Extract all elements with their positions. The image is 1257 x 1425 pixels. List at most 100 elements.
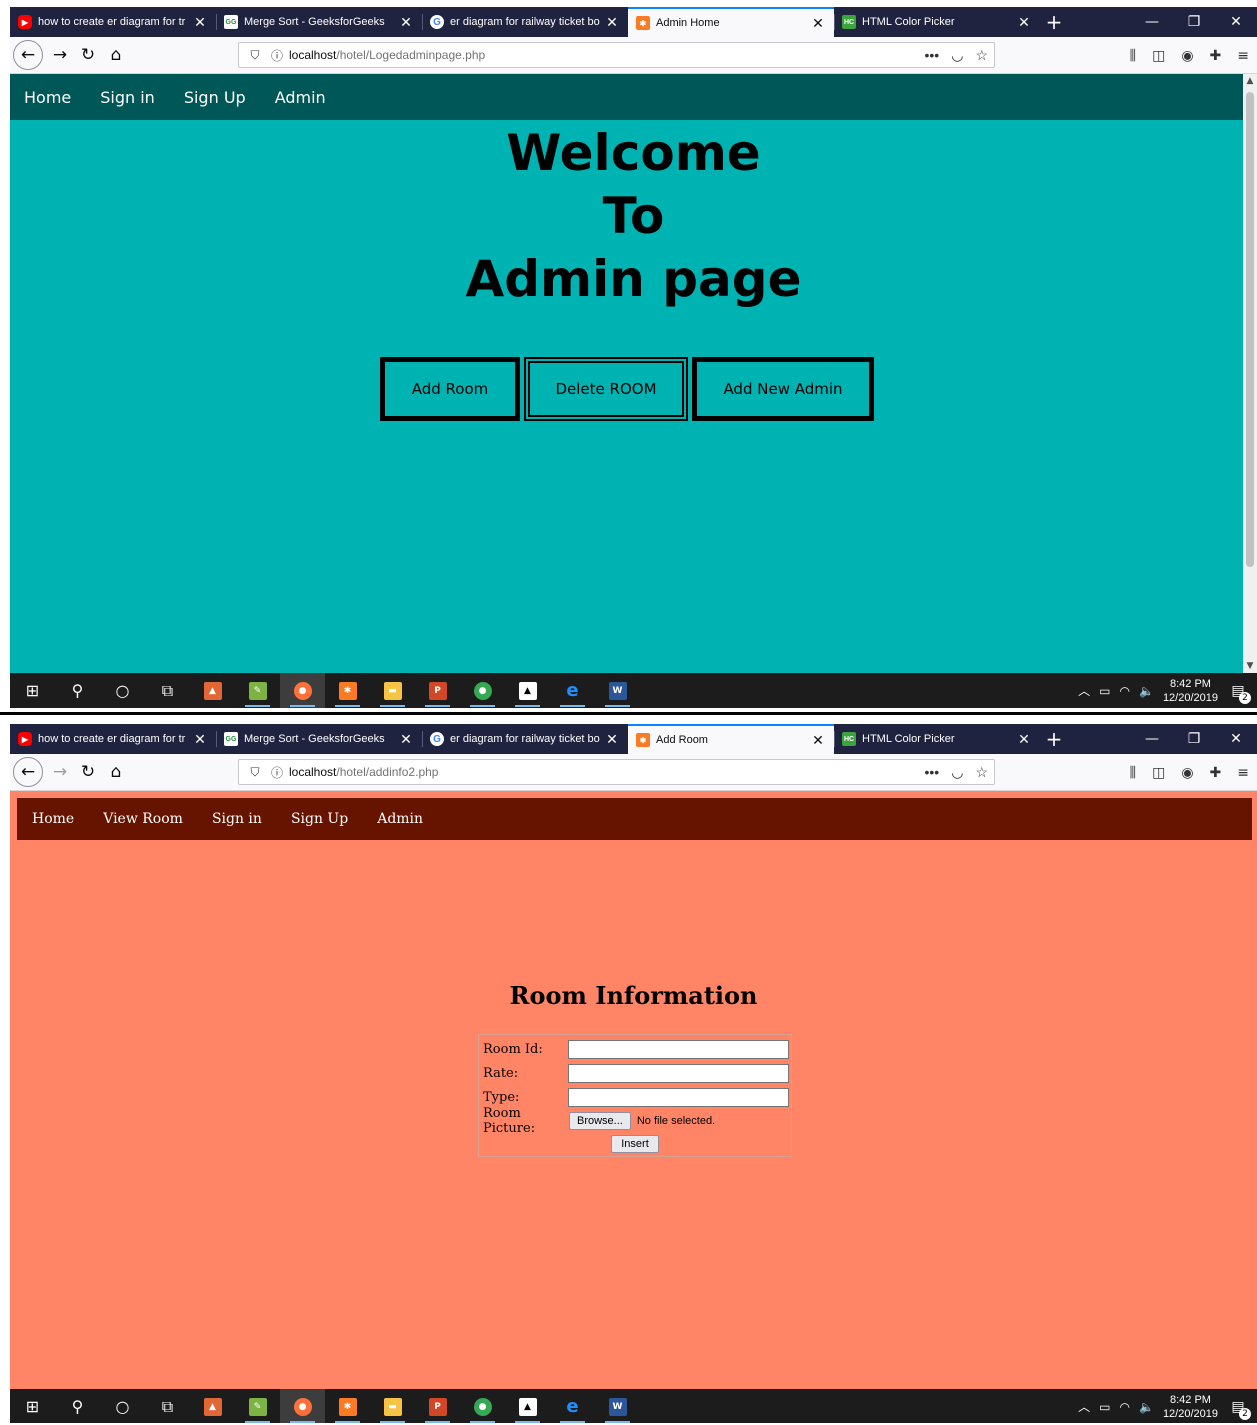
restore-icon[interactable]: ❐ — [1173, 7, 1215, 37]
search-icon[interactable]: ⚲ — [55, 673, 100, 708]
forward-icon[interactable]: → — [46, 758, 74, 786]
pocket-icon[interactable]: ◡ — [951, 764, 963, 781]
photos-icon[interactable]: ▲ — [505, 673, 550, 708]
scroll-up-icon[interactable]: ▲ — [1243, 76, 1257, 86]
info-icon[interactable]: ⓘ — [267, 47, 287, 64]
notification-icon[interactable]: ▤ 2 — [1227, 1396, 1251, 1420]
url-bar[interactable]: ⛉ ⓘ localhost/hotel/addinfo2.php ••• ◡ ☆ — [238, 759, 995, 785]
back-icon[interactable]: ← — [13, 40, 43, 70]
word-icon[interactable]: W — [595, 673, 640, 708]
room-id-input[interactable] — [567, 1039, 789, 1059]
windows-start-icon[interactable]: ⊞ — [10, 1389, 55, 1423]
chrome-icon[interactable]: ● — [460, 1389, 505, 1423]
notepad-icon[interactable]: ✎ — [235, 1389, 280, 1423]
library-icon[interactable]: ⫼ — [1130, 48, 1136, 64]
close-tab-icon[interactable]: ✕ — [398, 14, 414, 31]
library-icon[interactable]: ⫼ — [1130, 765, 1136, 781]
edge-icon[interactable]: e — [550, 1389, 595, 1423]
browser-tab-active[interactable]: ✱ Admin Home ✕ — [628, 7, 834, 37]
cortana-icon[interactable]: ○ — [100, 1389, 145, 1423]
close-tab-icon[interactable]: ✕ — [810, 15, 826, 32]
rate-input[interactable] — [567, 1063, 789, 1083]
forward-icon[interactable]: → — [46, 41, 74, 69]
file-explorer-icon[interactable]: ▬ — [370, 673, 415, 708]
battery-icon[interactable]: ▭ — [1099, 1400, 1110, 1414]
browser-tab[interactable]: G er diagram for railway ticket bo ✕ — [422, 7, 628, 37]
close-tab-icon[interactable]: ✕ — [604, 731, 620, 748]
nav-link-home[interactable]: Home — [24, 88, 71, 107]
close-tab-icon[interactable]: ✕ — [192, 14, 208, 31]
nav-link-admin[interactable]: Admin — [377, 811, 423, 827]
type-input[interactable] — [567, 1087, 789, 1107]
clock[interactable]: 8:42 PM 12/20/2019 — [1163, 677, 1218, 705]
nav-link-view-room[interactable]: View Room — [103, 811, 183, 827]
pocket-icon[interactable]: ◡ — [951, 47, 963, 64]
search-icon[interactable]: ⚲ — [55, 1389, 100, 1423]
menu-icon[interactable]: ≡ — [1237, 765, 1249, 781]
delete-room-button[interactable]: Delete ROOM — [524, 357, 688, 421]
volume-icon[interactable]: 🔈 — [1139, 1400, 1154, 1414]
powerpoint-icon[interactable]: P — [415, 1389, 460, 1423]
scroll-down-icon[interactable]: ▼ — [1243, 661, 1257, 671]
home-icon[interactable]: ⌂ — [102, 758, 130, 786]
insert-button[interactable]: Insert — [611, 1135, 659, 1153]
nav-link-sign-in[interactable]: Sign in — [212, 811, 262, 827]
matlab-icon[interactable]: ▲ — [190, 1389, 235, 1423]
sidebar-icon[interactable]: ◫ — [1152, 48, 1165, 64]
reload-icon[interactable]: ↻ — [74, 758, 102, 786]
page-actions-icon[interactable]: ••• — [925, 47, 940, 64]
close-tab-icon[interactable]: ✕ — [1016, 14, 1032, 31]
browser-tab[interactable]: GG Merge Sort - GeeksforGeeks ✕ — [216, 7, 422, 37]
nav-link-admin[interactable]: Admin — [275, 88, 326, 107]
windows-start-icon[interactable]: ⊞ — [10, 673, 55, 708]
notepad-icon[interactable]: ✎ — [235, 673, 280, 708]
page-actions-icon[interactable]: ••• — [925, 764, 940, 781]
wifi-icon[interactable]: ◠ — [1120, 684, 1130, 698]
account-icon[interactable]: ◉ — [1181, 765, 1193, 781]
browse-button[interactable]: Browse... — [569, 1112, 631, 1130]
browser-tab[interactable]: HC HTML Color Picker ✕ — [834, 724, 1040, 754]
edge-icon[interactable]: e — [550, 673, 595, 708]
xampp-taskbar-icon[interactable]: ✱ — [325, 673, 370, 708]
add-new-admin-button[interactable]: Add New Admin — [692, 357, 874, 421]
firefox-icon[interactable]: ● — [280, 1389, 325, 1423]
close-window-icon[interactable]: ✕ — [1215, 724, 1257, 754]
new-tab-button[interactable]: + — [1040, 724, 1068, 754]
close-tab-icon[interactable]: ✕ — [398, 731, 414, 748]
tray-overflow-icon[interactable]: ︿ — [1078, 1398, 1090, 1415]
task-view-icon[interactable]: ⧉ — [145, 673, 190, 708]
account-icon[interactable]: ◉ — [1181, 48, 1193, 64]
bookmark-star-icon[interactable]: ☆ — [975, 764, 988, 781]
firefox-icon[interactable]: ● — [280, 673, 325, 708]
browser-tab[interactable]: G er diagram for railway ticket bo ✕ — [422, 724, 628, 754]
browser-tab[interactable]: GG Merge Sort - GeeksforGeeks ✕ — [216, 724, 422, 754]
menu-icon[interactable]: ≡ — [1237, 48, 1249, 64]
nav-link-home[interactable]: Home — [32, 811, 74, 827]
nav-link-sign-in[interactable]: Sign in — [100, 88, 155, 107]
restore-icon[interactable]: ❐ — [1173, 724, 1215, 754]
home-icon[interactable]: ⌂ — [102, 41, 130, 69]
tray-overflow-icon[interactable]: ︿ — [1078, 682, 1090, 699]
scroll-thumb[interactable] — [1246, 92, 1254, 567]
info-icon[interactable]: ⓘ — [267, 764, 287, 781]
close-tab-icon[interactable]: ✕ — [810, 732, 826, 749]
chrome-icon[interactable]: ● — [460, 673, 505, 708]
powerpoint-icon[interactable]: P — [415, 673, 460, 708]
browser-tab[interactable]: HC HTML Color Picker ✕ — [834, 7, 1040, 37]
browser-tab[interactable]: ▶ how to create er diagram for tr ✕ — [10, 7, 216, 37]
new-tab-button[interactable]: + — [1040, 7, 1068, 37]
extensions-icon[interactable]: ✚ — [1210, 48, 1222, 64]
clock[interactable]: 8:42 PM 12/20/2019 — [1163, 1393, 1218, 1421]
word-icon[interactable]: W — [595, 1389, 640, 1423]
close-tab-icon[interactable]: ✕ — [604, 14, 620, 31]
browser-tab[interactable]: ▶ how to create er diagram for tr ✕ — [10, 724, 216, 754]
minimize-icon[interactable]: — — [1131, 724, 1173, 754]
minimize-icon[interactable]: — — [1131, 7, 1173, 37]
cortana-icon[interactable]: ○ — [100, 673, 145, 708]
xampp-taskbar-icon[interactable]: ✱ — [325, 1389, 370, 1423]
add-room-button[interactable]: Add Room — [380, 357, 520, 421]
browser-tab-active[interactable]: ✱ Add Room ✕ — [628, 724, 834, 754]
bookmark-star-icon[interactable]: ☆ — [975, 47, 988, 64]
url-bar[interactable]: ⛉ ⓘ localhost/hotel/Logedadminpage.php •… — [238, 42, 995, 68]
task-view-icon[interactable]: ⧉ — [145, 1389, 190, 1423]
